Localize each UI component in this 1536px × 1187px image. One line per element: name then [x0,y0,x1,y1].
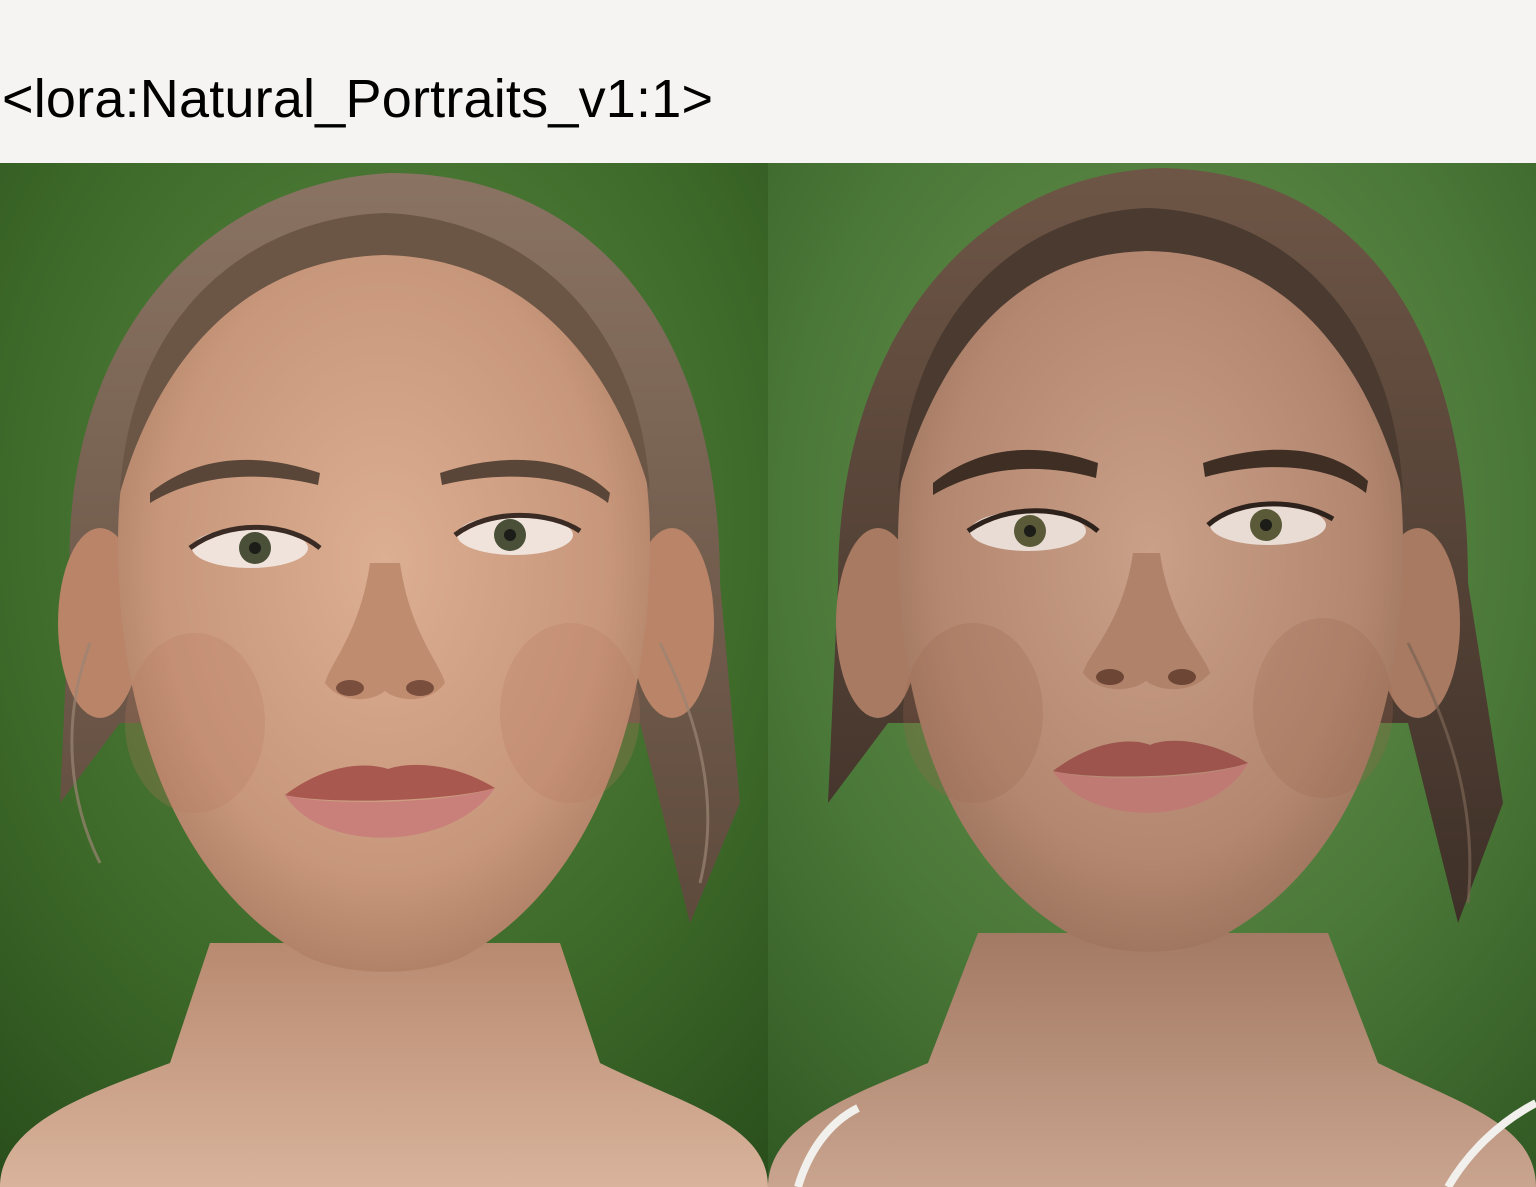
portrait-image-right [768,163,1536,1187]
lora-caption: <lora:Natural_Portraits_v1:1> [2,69,714,129]
caption-bar: <lora:Natural_Portraits_v1:1> [0,0,1536,163]
portrait-photo-icon [0,163,768,1187]
portrait-image-left [0,163,768,1187]
portrait-photo-icon [768,163,1536,1187]
